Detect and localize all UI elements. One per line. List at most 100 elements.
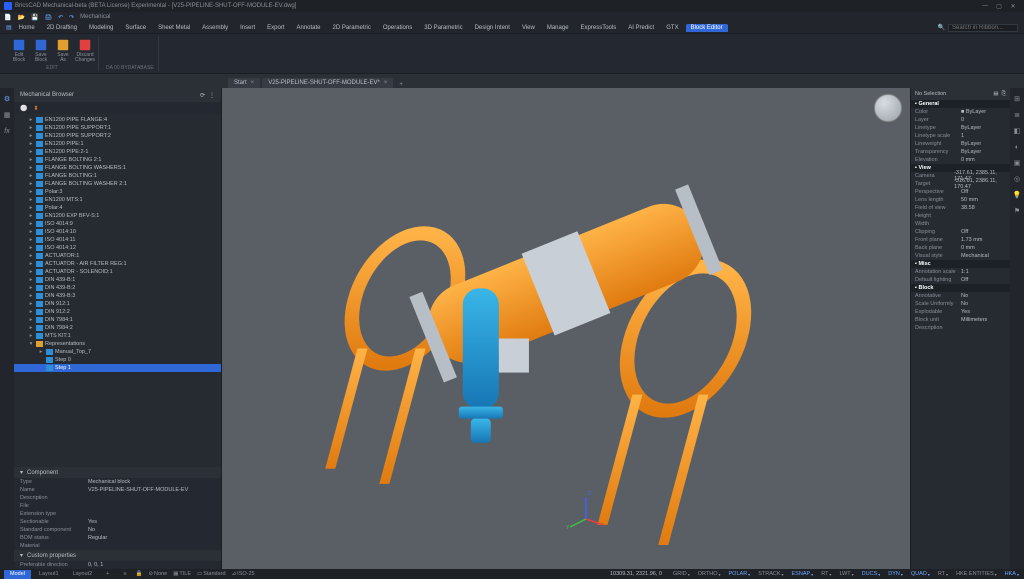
- prop-value[interactable]: No: [961, 293, 968, 299]
- refresh-icon[interactable]: ⟳: [200, 92, 205, 99]
- ribbon-tab-block-editor[interactable]: Block Editor: [686, 24, 728, 32]
- prop-value[interactable]: ByLayer: [961, 141, 981, 147]
- status-toggle-lwt[interactable]: LWT▾: [836, 571, 856, 577]
- none-indicator[interactable]: ⊘ None: [145, 571, 170, 577]
- twisty-icon[interactable]: ▸: [28, 125, 34, 131]
- tree-node[interactable]: ▸FLANGE BOLTING:1: [14, 172, 221, 180]
- filter-icon[interactable]: ⚪: [20, 105, 27, 112]
- ribbon-tab-surface[interactable]: Surface: [120, 24, 151, 32]
- tree-node[interactable]: ▸DIN 912:2: [14, 308, 221, 316]
- prop-value[interactable]: 1:1: [961, 269, 969, 275]
- ribbon-edit-block-button[interactable]: Edit Block: [10, 38, 28, 63]
- browser-rail-icon[interactable]: ⚙: [2, 94, 12, 104]
- ribbon-discard-changes-button[interactable]: Discard Changes: [76, 38, 94, 63]
- prop-value[interactable]: ByLayer: [961, 125, 981, 131]
- materials-rail-icon[interactable]: ◐: [1012, 142, 1022, 152]
- tree-node[interactable]: ▸FLANGE BOLTING WASHER 2:1: [14, 180, 221, 188]
- tree-node[interactable]: ▸FLANGE BOLTING 2:1: [14, 156, 221, 164]
- maximize-button[interactable]: ▢: [992, 1, 1006, 11]
- prop-value[interactable]: Off: [961, 229, 968, 235]
- twisty-icon[interactable]: ▸: [28, 309, 34, 315]
- ribbon-tab-2d-parametric[interactable]: 2D Parametric: [328, 24, 376, 32]
- tree-node[interactable]: ▸EN1200 PIPE FLANGE:4: [14, 116, 221, 124]
- prop-value[interactable]: 0, 0, 1: [88, 562, 103, 568]
- tree-node[interactable]: ▸ACTUATOR - AIR FILTER REG:1: [14, 260, 221, 268]
- ribbon-tab-manage[interactable]: Manage: [542, 24, 574, 32]
- prop-value[interactable]: ■ ByLayer: [961, 109, 986, 115]
- status-toggle-ortho[interactable]: ORTHO▾: [695, 571, 724, 577]
- layout-menu-button[interactable]: ≡: [117, 570, 132, 579]
- prop-value[interactable]: ByLayer: [961, 149, 981, 155]
- twisty-icon[interactable]: ▸: [28, 277, 34, 283]
- search-input[interactable]: [948, 24, 1018, 32]
- twisty-icon[interactable]: ▸: [28, 237, 34, 243]
- status-toggle-rt[interactable]: RT▾: [935, 571, 951, 577]
- lock-icon[interactable]: 🔒: [133, 571, 146, 577]
- tree-node[interactable]: ▸FLANGE BOLTING WASHERS:1: [14, 164, 221, 172]
- twisty-icon[interactable]: ▸: [28, 293, 34, 299]
- twisty-icon[interactable]: ▾: [28, 341, 34, 347]
- new-icon[interactable]: 📄: [4, 14, 11, 21]
- tree-node[interactable]: ▸ISO 4014:12: [14, 244, 221, 252]
- tree-node[interactable]: ▸EN1200 MTS:1: [14, 196, 221, 204]
- status-toggle-esnap[interactable]: ESNAP▾: [789, 571, 817, 577]
- ribbon-tab-annotate[interactable]: Annotate: [292, 24, 326, 32]
- tree-node[interactable]: ▸EN1200 PIPE:1: [14, 140, 221, 148]
- prop-value[interactable]: 0: [961, 117, 964, 123]
- prop-value[interactable]: No: [88, 527, 95, 533]
- tree-node[interactable]: ▸ISO 4014:10: [14, 228, 221, 236]
- markers-rail-icon[interactable]: ⚑: [1012, 206, 1022, 216]
- tree-node[interactable]: ▸DIN 7984:2: [14, 324, 221, 332]
- tree-node[interactable]: ▾Representations: [14, 340, 221, 348]
- ribbon-save-as-button[interactable]: Save As: [54, 38, 72, 63]
- ribbon-tab-home[interactable]: Home: [14, 24, 40, 32]
- tile-indicator[interactable]: ▦ TILE: [170, 571, 194, 577]
- views-rail-icon[interactable]: ▣: [1012, 158, 1022, 168]
- props-rail-icon[interactable]: ⊞: [1012, 94, 1022, 104]
- layout1-tab[interactable]: Layout1: [33, 570, 65, 579]
- twisty-icon[interactable]: ▸: [28, 261, 34, 267]
- twisty-icon[interactable]: ▸: [28, 229, 34, 235]
- twisty-icon[interactable]: ▸: [38, 349, 44, 355]
- twisty-icon[interactable]: ▸: [28, 245, 34, 251]
- prop-value[interactable]: Mechanical: [961, 253, 989, 259]
- twisty-icon[interactable]: ▸: [28, 221, 34, 227]
- prop-value[interactable]: Millimeters: [961, 317, 987, 323]
- twisty-icon[interactable]: ▸: [28, 205, 34, 211]
- prop-value[interactable]: 1.73 mm: [961, 237, 982, 243]
- twisty-icon[interactable]: ▸: [28, 269, 34, 275]
- library-rail-icon[interactable]: ◧: [1012, 126, 1022, 136]
- chevron-down-icon[interactable]: ▾: [20, 552, 23, 559]
- twisty-icon[interactable]: ▸: [28, 173, 34, 179]
- status-toggle-ducs[interactable]: DUCS▾: [859, 571, 884, 577]
- tree-node[interactable]: ▸EN1200 PIPE:2-1: [14, 148, 221, 156]
- close-button[interactable]: ✕: [1006, 1, 1020, 11]
- layout2-tab[interactable]: Layout2: [67, 570, 99, 579]
- ribbon-tab-assembly[interactable]: Assembly: [197, 24, 233, 32]
- document-tab[interactable]: V25-PIPELINE-SHUT-OFF-MODULE-EV*×: [262, 78, 393, 88]
- layers-rail-icon[interactable]: ▦: [2, 110, 12, 120]
- sort-icon[interactable]: ⬍: [33, 105, 38, 112]
- ribbon-tab-export[interactable]: Export: [262, 24, 289, 32]
- status-toggle-hka[interactable]: HKA▾: [1002, 571, 1022, 577]
- props-pin-icon[interactable]: ⎘: [1002, 91, 1006, 98]
- tree-node[interactable]: ▸DIN 439-B:1: [14, 276, 221, 284]
- prop-section-misc[interactable]: ▪ Misc: [911, 260, 1010, 268]
- twisty-icon[interactable]: ▸: [28, 149, 34, 155]
- tree-node[interactable]: ▸DIN 912:1: [14, 300, 221, 308]
- ribbon-tab-sheet-metal[interactable]: Sheet Metal: [153, 24, 195, 32]
- add-layout-button[interactable]: +: [100, 570, 115, 579]
- ribbon-save-block-button[interactable]: Save Block: [32, 38, 50, 63]
- twisty-icon[interactable]: ▸: [28, 189, 34, 195]
- save-icon[interactable]: 💾: [31, 14, 38, 21]
- tree-node[interactable]: ▸Manual_Top_7: [14, 348, 221, 356]
- status-toggle-strack[interactable]: STRACK▾: [755, 571, 786, 577]
- prop-value[interactable]: 0 mm: [961, 245, 975, 251]
- prop-section-block[interactable]: ▪ Block: [911, 284, 1010, 292]
- prop-value[interactable]: Yes: [961, 309, 970, 315]
- prop-value[interactable]: Yes: [88, 519, 97, 525]
- chevron-down-icon[interactable]: ▾: [20, 469, 23, 476]
- tree-node[interactable]: ▸DIN 439-B:2: [14, 284, 221, 292]
- minimize-button[interactable]: —: [978, 1, 992, 11]
- tree-node[interactable]: ▸ISO 4014:11: [14, 236, 221, 244]
